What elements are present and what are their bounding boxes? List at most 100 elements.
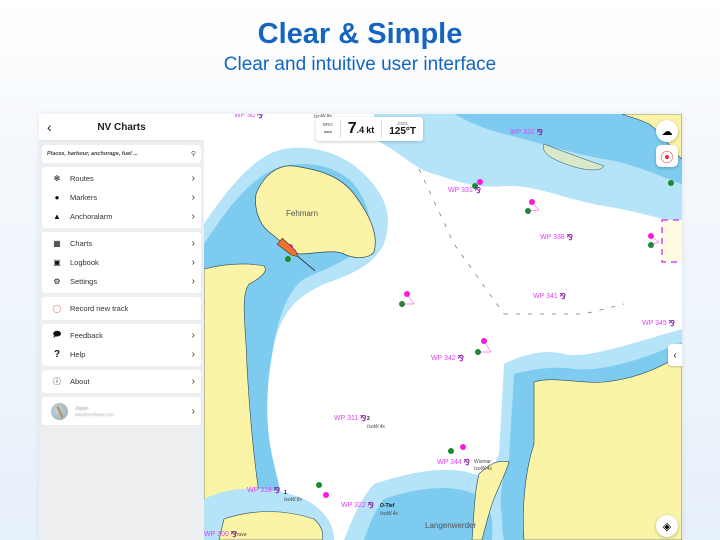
buoy-pair xyxy=(525,199,540,214)
menu-item-routes[interactable]: ✻ Routes › xyxy=(42,169,201,188)
menu-item-label: Logbook xyxy=(70,258,99,267)
waypoint-label[interactable]: WP 322 ⅋ xyxy=(341,501,374,510)
bearing-readout: BRG --- xyxy=(323,122,333,136)
waypoint-label[interactable]: WP 341 ⅋ xyxy=(533,292,566,301)
waypoint-label[interactable]: WP 332 ⅋ xyxy=(510,128,543,137)
speed-readout: 7 .4 kt xyxy=(347,120,375,137)
menu-item-label: Anchoralarm xyxy=(70,212,113,221)
gear-icon: ⚙ xyxy=(53,277,61,286)
beacon-icon: ⅋ xyxy=(367,501,375,510)
pin-icon: ● xyxy=(54,193,60,202)
waypoint-label[interactable]: WP 345 ⅋ xyxy=(642,319,675,328)
menu-item-charts[interactable]: ▦ Charts › xyxy=(42,234,201,253)
menu-group-about: ⓘ About › xyxy=(42,370,201,393)
waypoint-label[interactable]: WP 311 ⅋ xyxy=(334,414,367,423)
lifebuoy-icon: ⦿ xyxy=(660,149,674,165)
layers-icon: ◈ xyxy=(662,520,672,533)
place-label-langenwerder: Langenwerder xyxy=(425,521,477,530)
light-description: IsoW.4s xyxy=(367,424,385,430)
menu-item-feedback[interactable]: 🗩 Feedback › xyxy=(42,326,201,345)
beacon-icon: ⅋ xyxy=(536,128,544,137)
menu-group-navigation: ✻ Routes › ● Markers › ▲ Anchoralarm › xyxy=(42,167,201,228)
layers-button[interactable]: ◈ xyxy=(656,515,678,537)
sidebar-title: NV Charts xyxy=(97,121,146,133)
menu-item-settings[interactable]: ⚙ Settings › xyxy=(42,272,201,291)
menu-group-support: 🗩 Feedback › ? Help › xyxy=(42,324,201,366)
search-input[interactable] xyxy=(47,151,167,157)
menu-item-about[interactable]: ⓘ About › xyxy=(42,372,201,391)
waypoint-label[interactable]: WP 331 ⅋ xyxy=(448,186,481,195)
record-icon: ◯ xyxy=(52,304,62,313)
buoy-pair xyxy=(399,291,415,307)
light-name: Trave xyxy=(234,532,247,538)
question-icon: ? xyxy=(53,349,61,360)
waypoint-label[interactable]: WP 342 ⅋ xyxy=(431,354,464,363)
menu-group-record: ◯ Record new track xyxy=(42,297,201,320)
chevron-right-icon: › xyxy=(191,173,195,184)
sidebar-header: ‹ NV Charts xyxy=(39,114,204,141)
menu-item-help[interactable]: ? Help › xyxy=(42,345,201,364)
info-icon: ⓘ xyxy=(53,377,61,386)
menu-item-label: Routes xyxy=(70,174,94,183)
waypoint-label[interactable]: WP 30 ⅋ xyxy=(234,114,263,120)
cog-readout: COG 125°T xyxy=(389,121,416,137)
weather-button[interactable]: ☁ xyxy=(656,120,678,142)
waypoint-label[interactable]: WP 318 ⅋ xyxy=(247,486,280,495)
chevron-right-icon: › xyxy=(191,257,195,268)
light-number: 1 xyxy=(284,490,287,496)
beacon-icon: ⅋ xyxy=(360,414,367,423)
cloud-icon: ☁ xyxy=(661,125,673,138)
chevron-right-icon: › xyxy=(191,192,195,203)
beacon-icon: ⅋ xyxy=(668,319,676,328)
menu-item-label: Record new track xyxy=(70,304,129,313)
buoy-pair xyxy=(316,482,329,498)
waypoint-label[interactable]: WP 300 ⅋ xyxy=(204,530,237,539)
record-track-button[interactable]: ◯ Record new track xyxy=(42,299,201,318)
instrument-panel[interactable]: BRG --- 7 .4 kt COG 125°T xyxy=(316,117,423,141)
map-icon: ▦ xyxy=(53,239,61,248)
menu-item-label: Settings xyxy=(70,277,98,286)
chevron-right-icon: › xyxy=(191,330,195,341)
buoy-pair xyxy=(448,444,466,454)
sidebar: ‹ NV Charts ⚲ ✻ Routes › ● Markers › ▲ A… xyxy=(39,114,204,540)
divider xyxy=(339,120,341,138)
chart-map[interactable]: Fehmarn Langenwerder WP 332 ⅋ WP 331 ⅋ WP … xyxy=(204,114,682,540)
chevron-right-icon: › xyxy=(191,211,195,222)
menu-item-anchoralarm[interactable]: ▲ Anchoralarm › xyxy=(42,207,201,226)
light-number: 2 xyxy=(367,416,370,422)
waypoint-label[interactable]: WP 344 ⅋ xyxy=(437,458,470,467)
chevron-right-icon: › xyxy=(191,276,195,287)
buoy-pair xyxy=(475,338,492,355)
beacon-icon: ⅋ xyxy=(463,458,471,467)
chevron-right-icon: › xyxy=(191,349,195,360)
book-icon: ▣ xyxy=(53,258,61,267)
menu-item-label: Help xyxy=(70,350,86,359)
sos-button[interactable]: ⦿ xyxy=(656,145,678,167)
search-icon[interactable]: ⚲ xyxy=(191,150,196,158)
back-button[interactable]: ‹ xyxy=(47,119,52,135)
menu-item-label: About xyxy=(70,377,90,386)
bell-icon: ▲ xyxy=(53,212,61,221)
light-description: IsoW.4s xyxy=(380,511,398,517)
user-profile-item[interactable]: Jeppe tide@nvcharts.com › xyxy=(42,399,201,423)
beacon-icon: ⅋ xyxy=(566,233,574,242)
search-box[interactable]: ⚲ xyxy=(42,145,201,163)
menu-item-markers[interactable]: ● Markers › xyxy=(42,188,201,207)
menu-item-logbook[interactable]: ▣ Logbook › xyxy=(42,253,201,272)
land xyxy=(523,353,682,540)
beacon-icon: ⅋ xyxy=(474,186,482,195)
hero-subtitle: Clear and intuitive user interface xyxy=(223,54,497,75)
menu-item-label: Charts xyxy=(70,239,93,248)
chevron-right-icon: › xyxy=(191,376,195,387)
menu-item-label: Markers xyxy=(70,193,98,202)
user-email: tide@nvcharts.com xyxy=(75,411,114,417)
beacon-icon: ⅋ xyxy=(273,486,281,495)
place-label-fehmarn: Fehmarn xyxy=(286,209,319,218)
avatar xyxy=(51,402,68,420)
beacon-icon: ⅋ xyxy=(559,292,567,301)
route-icon: ✻ xyxy=(53,174,61,183)
light-description: IsoW.4s xyxy=(474,466,492,472)
waypoint-label[interactable]: WP 338 ⅋ xyxy=(540,233,573,242)
collapse-panel-button[interactable]: ‹ xyxy=(668,344,682,366)
chart-canvas xyxy=(204,114,682,540)
